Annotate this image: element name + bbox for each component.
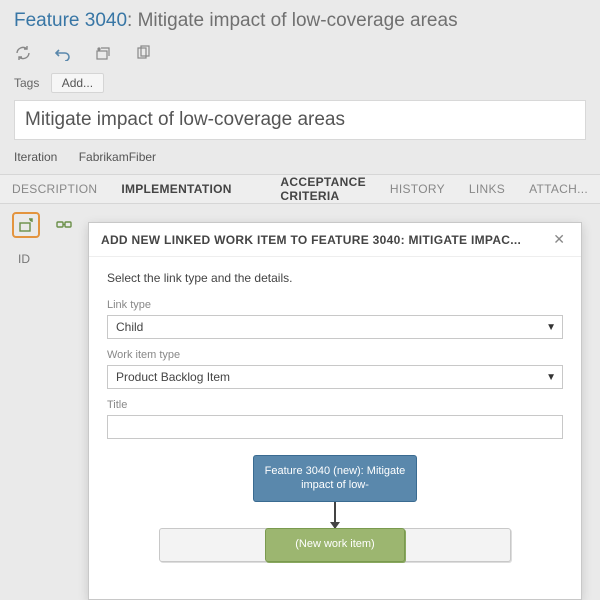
- placeholder-box-left: [159, 528, 279, 562]
- dialog-header: ADD NEW LINKED WORK ITEM TO FEATURE 3040…: [89, 223, 581, 257]
- chevron-down-icon: ▼: [546, 322, 556, 333]
- title-label: Title: [107, 399, 563, 411]
- dialog-intro: Select the link type and the details.: [107, 271, 563, 285]
- tab-bar: DESCRIPTION IMPLEMENTATION ACCEPTANCE CR…: [0, 174, 600, 204]
- work-item-type-select[interactable]: Product Backlog Item ▼: [107, 365, 563, 389]
- refresh-icon[interactable]: [14, 44, 32, 62]
- link-type-label: Link type: [107, 299, 563, 311]
- iteration-row: Iteration FabrikamFiber: [0, 146, 600, 174]
- relationship-diagram: Feature 3040 (new): Mitigate impact of l…: [107, 455, 563, 585]
- dialog-body: Select the link type and the details. Li…: [89, 257, 581, 599]
- close-icon[interactable]: ✕: [549, 231, 569, 248]
- work-item-type-value: Product Backlog Item: [116, 370, 230, 384]
- link-existing-item-icon[interactable]: [50, 212, 78, 238]
- add-tag-button[interactable]: Add...: [51, 73, 104, 93]
- link-work-item-icon[interactable]: [94, 44, 112, 62]
- feature-id: Feature 3040: [14, 10, 127, 31]
- iteration-label: Iteration: [14, 150, 57, 164]
- iteration-value[interactable]: FabrikamFiber: [79, 150, 156, 164]
- tab-links[interactable]: LINKS: [457, 175, 517, 203]
- add-linked-item-dialog: ADD NEW LINKED WORK ITEM TO FEATURE 3040…: [88, 222, 582, 600]
- chevron-down-icon: ▼: [546, 372, 556, 383]
- placeholder-box-right: [391, 528, 511, 562]
- tab-history[interactable]: HISTORY: [378, 175, 457, 203]
- feature-header: Feature 3040: Mitigate impact of low-cov…: [0, 0, 600, 36]
- tags-label: Tags: [14, 76, 39, 90]
- link-type-select[interactable]: Child ▼: [107, 315, 563, 339]
- tab-description[interactable]: DESCRIPTION: [0, 175, 109, 203]
- work-item-title-input[interactable]: Mitigate impact of low-coverage areas: [14, 100, 586, 140]
- tab-implementation[interactable]: IMPLEMENTATION: [109, 175, 243, 203]
- parent-feature-box: Feature 3040 (new): Mitigate impact of l…: [253, 455, 417, 502]
- tags-row: Tags Add...: [0, 70, 600, 96]
- tab-acceptance-criteria[interactable]: ACCEPTANCE CRITERIA: [268, 175, 377, 203]
- new-linked-item-icon[interactable]: [12, 212, 40, 238]
- title-input[interactable]: [107, 415, 563, 439]
- arrow-down-icon: [334, 502, 336, 528]
- work-item-type-label: Work item type: [107, 349, 563, 361]
- link-type-value: Child: [116, 320, 143, 334]
- undo-icon[interactable]: [54, 44, 72, 62]
- feature-name-text: : Mitigate impact of low-coverage areas: [127, 10, 458, 31]
- children-row: (New work item): [107, 528, 563, 562]
- tab-attachments[interactable]: ATTACH...: [517, 175, 600, 203]
- dialog-title: ADD NEW LINKED WORK ITEM TO FEATURE 3040…: [101, 233, 521, 247]
- new-work-item-box: (New work item): [265, 528, 405, 562]
- main-toolbar: [0, 36, 600, 70]
- feature-title: Feature 3040: Mitigate impact of low-cov…: [14, 10, 586, 32]
- copy-icon[interactable]: [134, 44, 152, 62]
